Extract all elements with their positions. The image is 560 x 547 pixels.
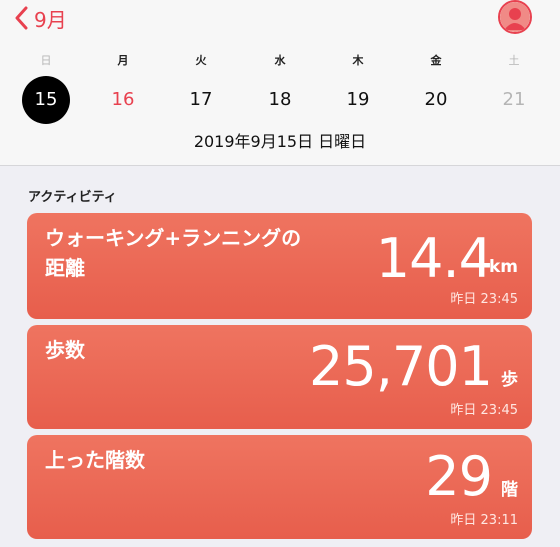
calendar-header: 9月 日 月 火 水 木 金 土 15 16 17 18 19 20 21 20… — [0, 0, 560, 166]
card-value: 29 — [425, 445, 493, 508]
section-title: アクティビティ — [28, 190, 117, 205]
back-label: 9月 — [34, 7, 67, 32]
card-unit: 歩 — [501, 370, 518, 390]
day-21[interactable]: 21 — [490, 76, 538, 124]
card-value: 14.4 — [375, 227, 493, 290]
day-16[interactable]: 16 — [99, 76, 147, 124]
person-icon — [500, 2, 530, 32]
card-value: 25,701 — [309, 335, 493, 398]
card-unit: 階 — [501, 480, 518, 500]
card-timestamp: 昨日 23:45 — [450, 292, 518, 307]
card-timestamp: 昨日 23:11 — [450, 513, 518, 528]
day-15[interactable]: 15 — [22, 76, 70, 124]
card-title: 歩数 — [45, 338, 85, 362]
day-19[interactable]: 19 — [334, 76, 382, 124]
floors-card[interactable]: 上った階数 29 階 昨日 23:11 — [27, 435, 532, 539]
weekday-mon: 月 — [117, 54, 129, 67]
steps-card[interactable]: 歩数 25,701 歩 昨日 23:45 — [27, 325, 532, 429]
card-title: 上った階数 — [45, 448, 145, 472]
weekday-sun: 日 — [40, 54, 52, 67]
card-unit: km — [488, 257, 518, 277]
day-17[interactable]: 17 — [177, 76, 225, 124]
card-title-line1: ウォーキング+ランニングの — [45, 226, 302, 250]
weekday-fri: 金 — [430, 54, 442, 67]
back-button[interactable]: 9月 — [14, 2, 67, 34]
card-title: ウォーキング+ランニングの 距離 — [45, 223, 301, 283]
day-20[interactable]: 20 — [412, 76, 460, 124]
chevron-left-icon — [15, 6, 28, 30]
distance-card[interactable]: ウォーキング+ランニングの 距離 14.4 km 昨日 23:45 — [27, 213, 532, 319]
weekday-thu: 木 — [352, 54, 364, 67]
profile-button[interactable] — [498, 0, 532, 34]
weekday-tue: 火 — [195, 54, 207, 67]
card-title-line2: 距離 — [45, 256, 85, 280]
selected-date-label: 2019年9月15日 日曜日 — [193, 132, 367, 151]
weekday-wed: 水 — [274, 54, 286, 67]
weekday-sat: 土 — [508, 54, 520, 67]
card-timestamp: 昨日 23:45 — [450, 403, 518, 418]
day-18[interactable]: 18 — [256, 76, 304, 124]
